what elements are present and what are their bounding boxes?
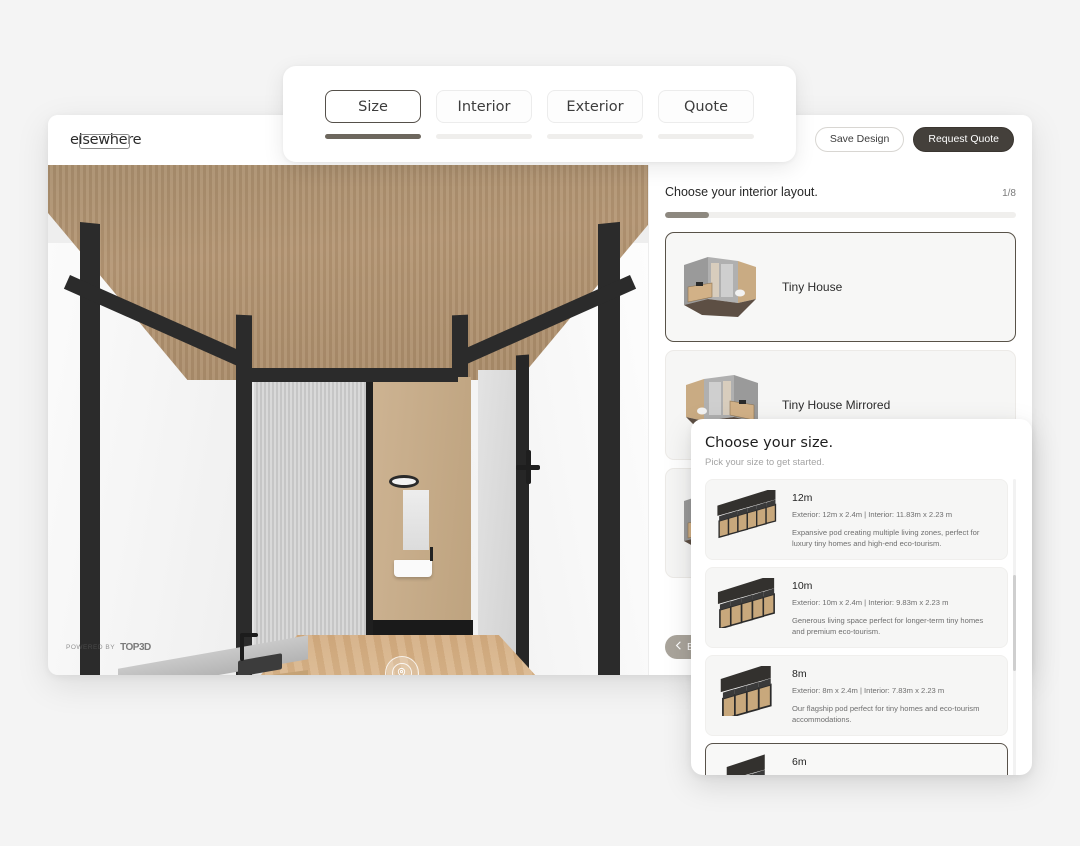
watermark-logo: TOP3D: [120, 642, 151, 653]
size-list-scrollbar-thumb[interactable]: [1013, 575, 1016, 671]
layout-card-label: Tiny House Mirrored: [782, 398, 891, 412]
pod-thumbnail-icon: [714, 487, 784, 542]
pod-thumbnail-icon: [714, 574, 784, 630]
layout-card-label: Tiny House: [782, 280, 843, 294]
step-progress-fill: [665, 212, 709, 218]
kitchen-tap: [240, 635, 244, 661]
size-card-name: 8m: [792, 668, 807, 680]
bathroom-mirror: [403, 490, 429, 550]
logo-outline-decoration: [79, 134, 130, 149]
tab-progress-exterior: [547, 134, 643, 139]
size-card-name: 10m: [792, 580, 813, 592]
step-progress-bar: [665, 212, 1016, 218]
size-card-name: 6m: [792, 756, 807, 768]
size-card-body: 8m Exterior: 8m x 2.4m | Interior: 7.83m…: [792, 666, 997, 725]
size-card-description: Our flagship pod perfect for tiny homes …: [792, 704, 980, 724]
config-panel-header: Choose your interior layout. 1/8: [665, 185, 1016, 199]
powered-by-watermark: POWERED BY TOP3D: [66, 642, 151, 653]
tab-size[interactable]: Size: [325, 90, 421, 123]
save-design-button[interactable]: Save Design: [814, 127, 905, 152]
size-card[interactable]: 10m Exterior: 10m x 2.4m | Interior: 9.8…: [705, 567, 1008, 648]
tab-progress-interior: [436, 134, 532, 139]
size-list-scrollbar[interactable]: [1013, 479, 1016, 775]
tab-exterior[interactable]: Exterior: [547, 90, 643, 123]
size-card[interactable]: 6m: [705, 743, 1008, 775]
size-card-body: 10m Exterior: 10m x 2.4m | Interior: 9.8…: [792, 578, 997, 637]
size-card-description: Generous living space perfect for longer…: [792, 616, 984, 636]
app-root: elsewhere Save Design Request Quote POWE…: [0, 0, 1080, 846]
tab-interior[interactable]: Interior: [436, 90, 532, 123]
step-counter: 1/8: [1002, 188, 1016, 199]
size-selection-panel: Choose your size. Pick your size to get …: [691, 419, 1032, 775]
layout-thumbnail-icon: [678, 247, 770, 327]
pod-thumbnail-icon: [714, 754, 784, 775]
size-list-inner: 12m Exterior: 12m x 2.4m | Interior: 11.…: [705, 479, 1008, 775]
glass-door-frame: [516, 354, 529, 675]
glass-door: [478, 370, 516, 665]
pod-thumbnail-icon: [714, 662, 784, 721]
size-option-list: 12m Exterior: 12m x 2.4m | Interior: 11.…: [705, 479, 1018, 775]
ceiling-light: [389, 475, 419, 488]
size-card-body: 6m: [792, 754, 807, 775]
door-handle-vertical: [526, 450, 531, 484]
tab-progress-row: [325, 134, 754, 139]
size-card-dimensions: Exterior: 12m x 2.4m | Interior: 11.83m …: [792, 510, 953, 519]
size-panel-title: Choose your size.: [705, 435, 834, 451]
tab-progress-size: [325, 134, 421, 139]
tab-quote[interactable]: Quote: [658, 90, 754, 123]
kitchen-tap-arm: [240, 633, 258, 637]
model-viewport[interactable]: POWERED BY TOP3D: [48, 165, 648, 675]
size-card-description: Expansive pod creating multiple living z…: [792, 528, 980, 548]
size-card[interactable]: 12m Exterior: 12m x 2.4m | Interior: 11.…: [705, 479, 1008, 560]
size-card[interactable]: 8m Exterior: 8m x 2.4m | Interior: 7.83m…: [705, 655, 1008, 736]
request-quote-button[interactable]: Request Quote: [913, 127, 1014, 152]
header-actions: Save Design Request Quote: [814, 127, 1014, 152]
frame-header-beam: [248, 368, 458, 382]
size-card-name: 12m: [792, 492, 813, 504]
back-wall-curtain: [254, 380, 372, 650]
step-tabbar: Size Interior Exterior Quote: [283, 66, 796, 162]
bathroom-tap: [430, 547, 433, 561]
bathroom-basin: [394, 560, 432, 577]
size-card-body: 12m Exterior: 12m x 2.4m | Interior: 11.…: [792, 490, 997, 549]
size-panel-subtitle: Pick your size to get started.: [705, 457, 825, 468]
tab-row: Size Interior Exterior Quote: [325, 90, 754, 123]
watermark-prefix: POWERED BY: [66, 644, 116, 651]
tab-progress-quote: [658, 134, 754, 139]
chevron-left-icon: [675, 641, 682, 653]
brand-logo[interactable]: elsewhere: [70, 132, 142, 149]
config-panel-title: Choose your interior layout.: [665, 185, 818, 199]
layout-card[interactable]: Tiny House: [665, 232, 1016, 342]
size-card-dimensions: Exterior: 10m x 2.4m | Interior: 9.83m x…: [792, 598, 949, 607]
map-pin-icon: [392, 663, 412, 675]
size-card-dimensions: Exterior: 8m x 2.4m | Interior: 7.83m x …: [792, 686, 945, 695]
